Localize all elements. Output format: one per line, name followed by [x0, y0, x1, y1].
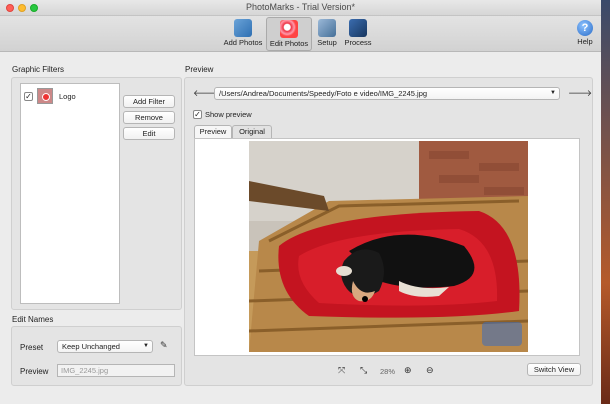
preset-value: Keep Unchanged — [62, 342, 120, 351]
filter-list[interactable]: ✓ Logo — [20, 83, 120, 304]
zoom-level: 28% — [380, 367, 396, 376]
help-label: Help — [577, 37, 593, 46]
edit-photos-icon — [280, 20, 298, 38]
photo-path-select[interactable]: /Users/Andrea/Documents/Speedy/Foto e vi… — [214, 87, 560, 100]
edit-names-heading: Edit Names — [12, 315, 54, 324]
preset-select[interactable]: Keep Unchanged ▼ — [57, 340, 153, 353]
photo-preview[interactable] — [249, 141, 528, 352]
list-item[interactable]: ✓ Logo — [21, 86, 119, 106]
preview-panel: 🡐 /Users/Andrea/Documents/Speedy/Foto e … — [184, 77, 593, 386]
photo-path-value: /Users/Andrea/Documents/Speedy/Foto e vi… — [219, 89, 428, 98]
preset-label: Preset — [20, 343, 44, 352]
zoom-out-icon[interactable]: ⊖ — [426, 365, 434, 376]
process-label: Process — [344, 38, 372, 47]
add-filter-button[interactable]: Add Filter — [123, 95, 175, 108]
pencil-icon[interactable]: ✎ — [160, 340, 168, 351]
preview-heading: Preview — [185, 65, 214, 74]
show-preview-label: Show preview — [205, 110, 252, 119]
add-photos-icon — [234, 19, 252, 37]
app-window: PhotoMarks - Trial Version* Add Photos E… — [0, 0, 601, 404]
preview-area — [194, 138, 580, 356]
logo-thumbnail-icon — [37, 88, 53, 104]
help-button[interactable]: ? Help — [574, 17, 596, 51]
edit-filter-button[interactable]: Edit — [123, 127, 175, 140]
edit-names-panel: Preset Keep Unchanged ▼ ✎ Preview IMG_22… — [11, 326, 182, 386]
toolbar: Add Photos Edit Photos Setup Process ? H… — [0, 16, 601, 52]
fit-to-window-icon[interactable]: ⤧ — [338, 365, 345, 376]
arrow-right-icon[interactable]: 🡒 — [568, 88, 592, 99]
window-title: PhotoMarks - Trial Version* — [245, 2, 356, 12]
graphic-filters-heading: Graphic Filters — [12, 65, 65, 74]
setup-label: Setup — [317, 38, 337, 47]
watermark-logo-icon — [482, 322, 522, 346]
add-photos-button[interactable]: Add Photos — [222, 17, 264, 51]
process-button[interactable]: Process — [342, 17, 374, 51]
setup-button[interactable]: Setup — [314, 17, 340, 51]
name-preview-label: Preview — [20, 367, 49, 376]
graphic-filters-panel: ✓ Logo Add Filter Remove Edit — [11, 77, 182, 310]
switch-view-button[interactable]: Switch View — [527, 363, 581, 376]
tab-preview[interactable]: Preview — [194, 125, 232, 138]
remove-filter-button[interactable]: Remove — [123, 111, 175, 124]
chevron-down-icon: ▼ — [143, 343, 149, 349]
edit-photos-label: Edit Photos — [269, 39, 309, 48]
dog-photo-image — [249, 141, 528, 352]
process-icon — [349, 19, 367, 37]
tab-original[interactable]: Original — [232, 125, 272, 138]
setup-icon — [318, 19, 336, 37]
chevron-down-icon: ▼ — [550, 90, 556, 96]
title-bar: PhotoMarks - Trial Version* — [0, 0, 601, 16]
filter-checkbox[interactable]: ✓ — [24, 92, 33, 101]
show-preview-checkbox[interactable]: ✓ — [193, 110, 202, 119]
edit-photos-button[interactable]: Edit Photos — [266, 17, 312, 51]
zoom-in-icon[interactable]: ⊕ — [404, 365, 412, 376]
add-photos-label: Add Photos — [223, 38, 263, 47]
filter-label: Logo — [59, 92, 76, 101]
help-icon: ? — [577, 20, 593, 36]
actual-size-icon[interactable]: ⤡ — [360, 365, 367, 376]
name-preview-field: IMG_2245.jpg — [57, 364, 175, 377]
